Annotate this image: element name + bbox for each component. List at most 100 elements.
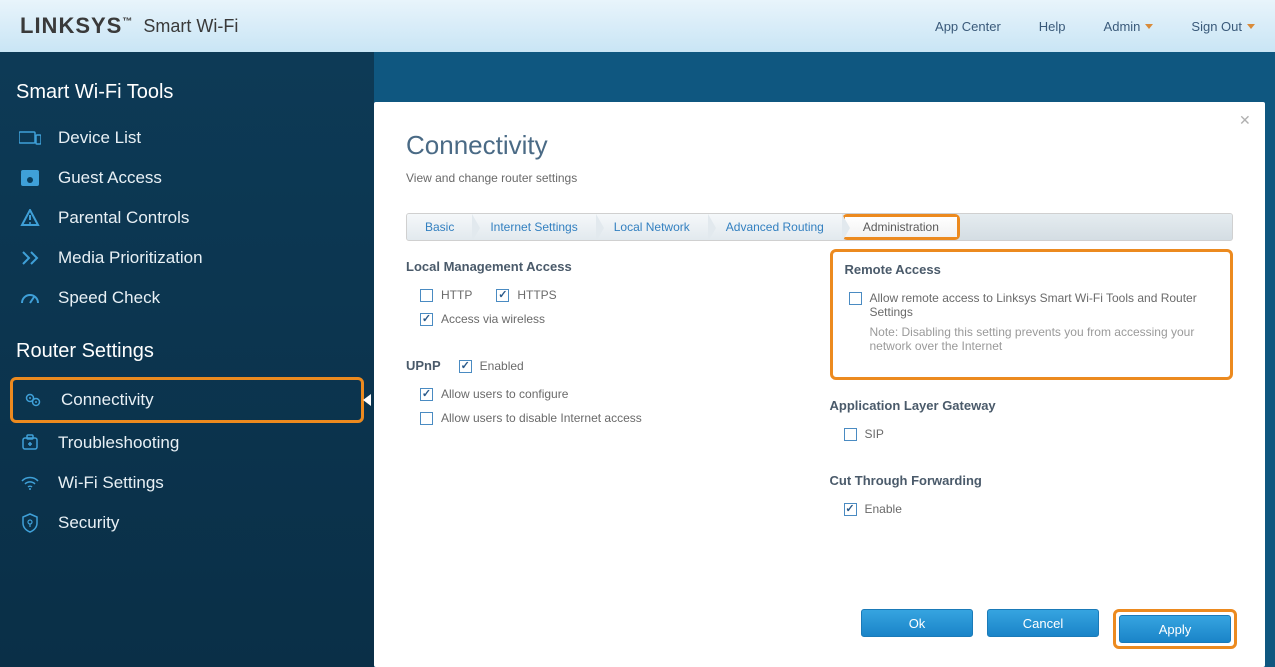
sidebar-item-parental-controls[interactable]: Parental Controls (10, 198, 364, 238)
nav-admin-label: Admin (1104, 19, 1141, 34)
sidebar-item-label: Parental Controls (58, 208, 189, 228)
nav-signout[interactable]: Sign Out (1191, 19, 1255, 34)
nav-signout-label: Sign Out (1191, 19, 1242, 34)
tab-local-network[interactable]: Local Network (596, 214, 708, 240)
brand-logo: LINKSYS™ (20, 13, 133, 39)
close-icon[interactable]: ✕ (1239, 112, 1253, 126)
row-alg-sip: SIP (830, 427, 1234, 441)
sidebar-item-connectivity[interactable]: Connectivity (13, 380, 361, 420)
highlight-apply: Apply (1113, 609, 1237, 649)
nav-admin[interactable]: Admin (1104, 19, 1154, 34)
parental-icon (18, 208, 42, 228)
local-mgmt-protocols: HTTP HTTPS (406, 288, 810, 302)
sidebar: Smart Wi-Fi Tools Device List Guest Acce… (0, 52, 374, 667)
settings-columns: Local Management Access HTTP HTTPS (406, 259, 1233, 526)
page-subtitle: View and change router settings (406, 171, 1233, 185)
label-https: HTTPS (517, 288, 556, 302)
sidebar-tools-title: Smart Wi-Fi Tools (10, 67, 364, 118)
row-ctf-enable: Enable (830, 502, 1234, 516)
sidebar-item-speed-check[interactable]: Speed Check (10, 278, 364, 318)
ok-button[interactable]: Ok (861, 609, 973, 637)
row-upnp-disable-internet: Allow users to disable Internet access (406, 411, 810, 425)
active-arrow-icon (363, 394, 371, 406)
checkbox-remote-allow[interactable] (849, 292, 862, 305)
caret-down-icon (1247, 24, 1255, 29)
highlight-connectivity: Connectivity (10, 377, 364, 423)
sidebar-item-device-list[interactable]: Device List (10, 118, 364, 158)
media-icon (18, 248, 42, 268)
tab-bar: Basic Internet Settings Local Network Ad… (406, 213, 1233, 241)
app-header: LINKSYS™ Smart Wi-Fi App Center Help Adm… (0, 0, 1275, 52)
sidebar-item-label: Speed Check (58, 288, 160, 308)
caret-down-icon (1145, 24, 1153, 29)
nav-help[interactable]: Help (1039, 19, 1066, 34)
wifi-icon (18, 473, 42, 493)
button-row: Ok Cancel Apply (861, 609, 1237, 649)
sidebar-item-wifi-settings[interactable]: Wi-Fi Settings (10, 463, 364, 503)
sidebar-item-label: Security (58, 513, 119, 533)
checkbox-sip[interactable] (844, 428, 857, 441)
sidebar-item-media-prioritization[interactable]: Media Prioritization (10, 238, 364, 278)
sidebar-item-label: Device List (58, 128, 141, 148)
shield-icon (18, 513, 42, 533)
checkbox-upnp-disable-internet[interactable] (420, 412, 433, 425)
sidebar-router-group: Router Settings Connectivity Troubleshoo… (10, 326, 364, 543)
section-local-mgmt-title: Local Management Access (406, 259, 810, 274)
brand-logo-text: LINKSYS (20, 13, 122, 38)
section-ctf-title: Cut Through Forwarding (830, 473, 1234, 488)
apply-button[interactable]: Apply (1119, 615, 1231, 643)
row-access-wireless: Access via wireless (406, 312, 810, 326)
checkbox-ctf-enable[interactable] (844, 503, 857, 516)
section-remote-title: Remote Access (845, 262, 1219, 277)
checkbox-upnp-enabled[interactable] (459, 360, 472, 373)
checkbox-access-wireless[interactable] (420, 313, 433, 326)
label-upnp-configure: Allow users to configure (441, 387, 568, 401)
col-right: Remote Access Allow remote access to Lin… (830, 259, 1234, 526)
header-nav: App Center Help Admin Sign Out (935, 19, 1255, 34)
sidebar-item-troubleshooting[interactable]: Troubleshooting (10, 423, 364, 463)
devices-icon (18, 128, 42, 148)
tab-internet-settings[interactable]: Internet Settings (472, 214, 595, 240)
nav-app-center[interactable]: App Center (935, 19, 1001, 34)
sidebar-item-label: Guest Access (58, 168, 162, 188)
upnp-header-row: UPnP Enabled (406, 358, 810, 373)
sidebar-item-guest-access[interactable]: Guest Access (10, 158, 364, 198)
main-layout: Smart Wi-Fi Tools Device List Guest Acce… (0, 52, 1275, 667)
section-upnp-title: UPnP (406, 358, 441, 373)
content-area: ✕ Connectivity View and change router se… (374, 52, 1275, 667)
highlight-admin-tab: Administration (842, 214, 960, 240)
checkbox-http[interactable] (420, 289, 433, 302)
highlight-remote-access: Remote Access Allow remote access to Lin… (830, 249, 1234, 380)
sidebar-tools-group: Smart Wi-Fi Tools Device List Guest Acce… (10, 67, 364, 318)
sidebar-item-label: Connectivity (61, 390, 154, 410)
page-title: Connectivity (406, 130, 1233, 161)
row-upnp-configure: Allow users to configure (406, 387, 810, 401)
tab-administration[interactable]: Administration (845, 217, 957, 237)
label-upnp-enabled: Enabled (480, 359, 524, 373)
checkbox-upnp-configure[interactable] (420, 388, 433, 401)
checkbox-https[interactable] (496, 289, 509, 302)
sidebar-item-label: Wi-Fi Settings (58, 473, 164, 493)
settings-panel: ✕ Connectivity View and change router se… (374, 102, 1265, 667)
cancel-button[interactable]: Cancel (987, 609, 1099, 637)
brand-tm: ™ (122, 17, 133, 28)
sidebar-item-label: Troubleshooting (58, 433, 179, 453)
sidebar-item-label: Media Prioritization (58, 248, 203, 268)
label-ctf-enable: Enable (865, 502, 902, 516)
guest-icon (18, 168, 42, 188)
label-access-wireless: Access via wireless (441, 312, 545, 326)
troubleshoot-icon (18, 433, 42, 453)
note-remote: Note: Disabling this setting prevents yo… (870, 325, 1219, 353)
label-http: HTTP (441, 288, 472, 302)
section-alg-title: Application Layer Gateway (830, 398, 1234, 413)
label-upnp-disable-internet: Allow users to disable Internet access (441, 411, 642, 425)
label-sip: SIP (865, 427, 884, 441)
tab-basic[interactable]: Basic (407, 214, 472, 240)
tab-advanced-routing[interactable]: Advanced Routing (708, 214, 842, 240)
speed-icon (18, 288, 42, 308)
brand-subtitle: Smart Wi-Fi (143, 16, 238, 37)
connectivity-icon (21, 390, 45, 410)
sidebar-item-security[interactable]: Security (10, 503, 364, 543)
tab-spacer (960, 214, 1232, 240)
sidebar-router-title: Router Settings (10, 326, 364, 377)
